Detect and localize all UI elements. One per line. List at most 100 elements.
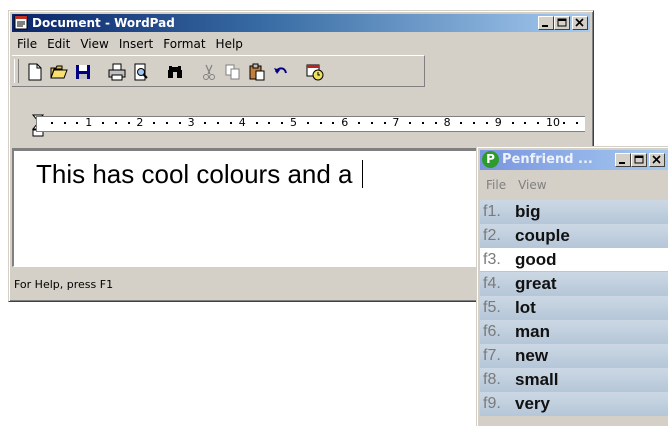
find-binoculars-icon [168,66,182,78]
undo-icon [274,67,287,74]
save-button[interactable] [72,61,94,83]
ruler-tick [306,122,309,124]
suggestion-word: big [515,201,541,221]
ruler-tick [319,122,322,124]
date-time-button[interactable] [304,61,326,83]
suggestion-word: new [515,345,549,365]
paste-icon [249,63,265,81]
suggestion-item[interactable]: f6. man [480,320,668,344]
maximize-icon [557,18,567,27]
ruler-tick [409,122,412,124]
menu-help[interactable]: Help [211,35,248,53]
ruler-tick [281,122,284,124]
suggestion-key: f5. [483,298,501,316]
ruler-number: 5 [290,116,297,129]
undo-button[interactable] [270,61,292,83]
ruler-tick [370,122,373,124]
print-preview-button[interactable] [130,61,152,83]
ruler-tick [511,122,514,124]
menu-file[interactable]: File [12,35,42,53]
close-icon [575,18,584,27]
find-button[interactable] [164,61,186,83]
close-button[interactable] [572,16,588,30]
penfriend-title-bar[interactable]: P Penfriend ... [480,150,668,170]
suggestion-list: f1. big f2. couple f3. good f4. great f5. lot… [480,200,668,416]
suggestion-key: f2. [483,226,501,244]
wordpad-title-bar[interactable]: Document - WordPad [12,14,590,32]
ruler-number: 10 [546,116,560,129]
penfriend-minimize-button[interactable] [615,153,631,167]
paste-button[interactable] [246,61,268,83]
print-button[interactable] [106,61,128,83]
ruler-tick [434,122,437,124]
ruler-tick [63,122,66,124]
ruler-number: 1 [85,116,93,129]
ruler-number: 7 [392,116,400,129]
date-time-icon [306,64,324,81]
suggestion-word: lot [515,297,536,317]
minimize-icon [542,25,548,27]
suggestion-key: f4. [483,274,501,292]
ruler-tick [217,122,220,124]
cut-button[interactable] [198,61,220,83]
maximize-button[interactable] [554,16,570,30]
menu-view[interactable]: View [75,35,113,53]
ruler-tick [204,122,207,124]
ruler-tick [230,122,232,124]
ruler-tick [255,122,258,124]
suggestion-word: man [515,321,550,341]
ruler-tick [562,122,565,124]
menu-format[interactable]: Format [158,35,210,53]
penfriend-maximize-button[interactable] [631,153,647,167]
new-document-icon [28,63,42,81]
wordpad-app-icon [14,15,28,30]
copy-button[interactable] [222,61,244,83]
suggestion-item[interactable]: f2. couple [480,224,668,248]
maximize-icon [634,155,644,164]
toolbar-grip[interactable] [14,59,19,83]
suggestion-key: f9. [483,394,501,412]
suggestion-item[interactable]: f1. big [480,200,668,224]
text-caret [361,160,363,188]
minimize-button[interactable] [538,16,554,30]
penfriend-menu-file[interactable]: File [480,175,512,195]
penfriend-title: Penfriend ... [502,152,593,167]
document-text: This has cool colours and a [36,159,360,189]
ruler-tick [575,122,578,124]
suggestion-key: f1. [483,202,501,220]
ruler-number: 2 [136,116,144,129]
ruler-tick [524,122,527,124]
suggestion-item[interactable]: f9. very [480,392,668,416]
close-icon [652,155,661,164]
new-button[interactable] [24,61,46,83]
print-preview-icon [134,63,148,81]
ruler-tick [486,122,488,124]
ruler-tick [153,122,156,124]
suggestion-item[interactable]: f7. new [480,344,668,368]
ruler-tick [102,122,104,124]
ruler-tick [537,122,540,124]
penfriend-menu-view[interactable]: View [512,175,552,195]
open-folder-icon [50,65,68,79]
menu-insert[interactable]: Insert [114,35,158,53]
suggestion-item[interactable]: f4. great [480,272,668,296]
print-icon [108,63,126,81]
penfriend-close-button[interactable] [649,153,665,167]
ruler[interactable]: 1 2 3 4 5 6 7 8 9 10 [12,112,590,149]
ruler-number: 9 [494,116,502,129]
ruler-tick [332,122,335,124]
copy-icon [225,64,240,80]
suggestion-item[interactable]: f3. good [480,248,668,272]
suggestion-word: couple [515,225,570,245]
wordpad-title: Document - WordPad [32,16,175,30]
suggestion-key: f6. [483,322,501,340]
suggestion-item[interactable]: f8. small [480,368,668,392]
ruler-tick [114,122,117,124]
suggestion-item[interactable]: f5. lot [480,296,668,320]
ruler-number: 4 [238,116,246,129]
ruler-tick [268,122,271,124]
suggestion-word: good [515,249,557,269]
menu-edit[interactable]: Edit [42,35,75,53]
ruler-band [36,116,585,132]
open-button[interactable] [48,61,70,83]
